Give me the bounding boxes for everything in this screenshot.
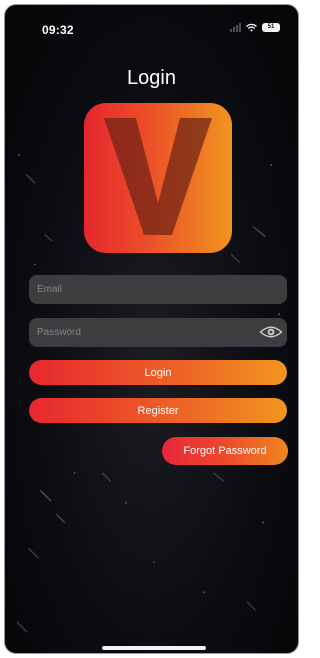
register-button[interactable]: Register <box>29 398 287 423</box>
page-title: Login <box>127 67 176 89</box>
email-placeholder: Email <box>37 284 63 295</box>
status-bar: 09:32 51 <box>5 5 298 39</box>
wifi-icon <box>246 23 257 32</box>
password-field[interactable]: Password <box>29 318 287 347</box>
cellular-signal-icon <box>230 23 241 32</box>
logo-v-mark <box>104 118 212 235</box>
email-field[interactable]: Email <box>29 275 287 304</box>
forgot-password-button[interactable]: Forgot Password <box>162 437 288 465</box>
app-logo <box>84 103 232 253</box>
password-placeholder: Password <box>37 327 81 338</box>
phone-screen: 09:32 51 Login Email Password Login Regi… <box>4 4 299 654</box>
home-indicator <box>102 646 206 650</box>
status-time: 09:32 <box>42 23 74 37</box>
eye-icon[interactable] <box>259 324 283 340</box>
login-button[interactable]: Login <box>29 360 287 385</box>
status-icons: 51 <box>230 23 280 32</box>
battery-icon: 51 <box>262 23 280 32</box>
